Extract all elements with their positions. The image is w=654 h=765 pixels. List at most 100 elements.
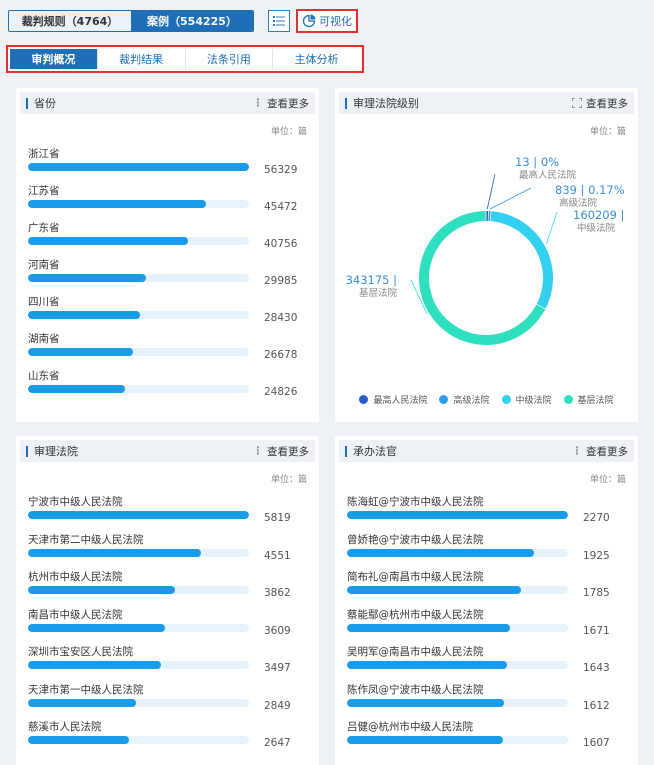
bar-row[interactable]: 陈海虹@宁波市中级人民法院 2270 bbox=[347, 494, 626, 530]
legend-item[interactable]: 高级法院 bbox=[439, 393, 490, 406]
bar-row[interactable]: 深圳市宝安区人民法院 3497 bbox=[28, 644, 307, 680]
bar-fill bbox=[28, 661, 161, 669]
visualize-button[interactable]: 可视化 bbox=[296, 9, 358, 33]
tab-statutes[interactable]: 法条引用 bbox=[186, 49, 274, 69]
bar-track bbox=[28, 698, 249, 707]
header-accent bbox=[26, 445, 28, 457]
bar-fill bbox=[28, 698, 137, 707]
bar-fill bbox=[28, 348, 133, 356]
bar-value: 3862 bbox=[264, 587, 291, 599]
pie-chart-icon bbox=[302, 14, 316, 28]
bar-row[interactable]: 慈溪市人民法院 2647 bbox=[28, 719, 307, 755]
visualize-label: 可视化 bbox=[319, 15, 352, 28]
donut-slice[interactable] bbox=[486, 211, 489, 222]
bar-fill bbox=[28, 623, 166, 632]
legend-item[interactable]: 基层法院 bbox=[563, 393, 614, 406]
bar-value: 40756 bbox=[264, 238, 298, 250]
bar-row[interactable]: 天津市第二中级人民法院 4551 bbox=[28, 532, 307, 568]
more-dots-icon: ⋮ bbox=[252, 445, 264, 457]
bar-label: 天津市第一中级人民法院 bbox=[28, 683, 144, 696]
view-more-button[interactable]: ⋮ 查看更多 bbox=[572, 444, 629, 459]
bar-row[interactable]: 吕健@杭州市中级人民法院 1607 bbox=[347, 719, 626, 755]
label-leader-line bbox=[489, 187, 532, 210]
legend-label: 最高人民法院 bbox=[373, 396, 428, 406]
bar-fill bbox=[28, 385, 126, 393]
bar-track bbox=[28, 548, 249, 557]
bar-value: 5819 bbox=[264, 512, 291, 524]
view-buttons: 可视化 bbox=[268, 9, 358, 33]
bar-row[interactable]: 宁波市中级人民法院 5819 bbox=[28, 494, 307, 530]
bar-value: 24826 bbox=[264, 386, 298, 398]
bar-track bbox=[28, 163, 249, 171]
bar-label: 山东省 bbox=[28, 370, 60, 382]
header-accent bbox=[345, 445, 347, 457]
bar-value: 26678 bbox=[264, 349, 298, 361]
bar-row[interactable]: 蔡能鄢@杭州市中级人民法院 1671 bbox=[347, 607, 626, 643]
panel-title: 审理法院 bbox=[34, 445, 78, 458]
bar-row[interactable]: 广东省 40756 bbox=[28, 220, 307, 256]
legend-label: 高级法院 bbox=[453, 396, 490, 406]
tab-overview[interactable]: 审判概况 bbox=[10, 49, 98, 69]
donut-slice[interactable] bbox=[488, 211, 491, 222]
legend-item[interactable]: 中级法院 bbox=[501, 393, 552, 406]
bar-value: 45472 bbox=[264, 201, 298, 213]
label-leader-line bbox=[545, 211, 558, 245]
view-more-button[interactable]: ⋮ 查看更多 bbox=[253, 444, 310, 459]
cases-toggle[interactable]: 案例（554225） bbox=[131, 11, 253, 31]
bar-fill bbox=[28, 586, 175, 594]
bar-row[interactable]: 简布礼@南昌市中级人民法院 1785 bbox=[347, 569, 626, 605]
slice-name-label: 中级法院 bbox=[577, 222, 616, 234]
bar-row[interactable]: 四川省 28430 bbox=[28, 294, 307, 330]
legend-dot bbox=[501, 395, 511, 404]
bar-label: 陈海虹@宁波市中级人民法院 bbox=[347, 496, 484, 508]
bar-track bbox=[28, 237, 249, 245]
bar-value: 2849 bbox=[264, 699, 291, 712]
bar-row[interactable]: 湖南省 26678 bbox=[28, 331, 307, 367]
bar-label: 四川省 bbox=[28, 296, 60, 308]
bar-fill bbox=[28, 237, 188, 245]
bar-label: 南昌市中级人民法院 bbox=[28, 608, 123, 621]
view-more-button[interactable]: ⋮ 查看更多 bbox=[253, 96, 310, 111]
legend-item[interactable]: 最高人民法院 bbox=[359, 393, 427, 406]
bar-row[interactable]: 江苏省 45472 bbox=[28, 183, 307, 219]
bar-row[interactable]: 浙江省 56329 bbox=[28, 146, 307, 182]
bar-track bbox=[28, 623, 249, 632]
tab-results[interactable]: 裁判结果 bbox=[98, 49, 186, 69]
bar-value: 3609 bbox=[264, 624, 291, 637]
bar-track bbox=[347, 698, 568, 707]
legend-dot bbox=[359, 395, 369, 404]
bar-value: 1925 bbox=[583, 549, 610, 562]
bar-row[interactable]: 杭州市中级人民法院 3862 bbox=[28, 569, 307, 605]
bar-row[interactable]: 山东省 24826 bbox=[28, 368, 307, 404]
bar-row[interactable]: 曾娇艳@宁波市中级人民法院 1925 bbox=[347, 532, 626, 568]
legend-label: 中级法院 bbox=[515, 396, 552, 406]
bar-track bbox=[28, 385, 249, 393]
label-leader-line bbox=[486, 173, 496, 210]
list-view-button[interactable] bbox=[268, 10, 290, 32]
bar-label: 吕健@杭州市中级人民法院 bbox=[347, 721, 473, 733]
bar-label: 湖南省 bbox=[28, 333, 60, 345]
donut-slice[interactable] bbox=[490, 211, 553, 309]
bar-track bbox=[347, 511, 568, 519]
bar-value: 29985 bbox=[264, 275, 298, 287]
bar-fill bbox=[347, 586, 521, 594]
bar-label: 吴明军@南昌市中级人民法院 bbox=[347, 646, 484, 658]
bar-row[interactable]: 陈作凤@宁波市中级人民法院 1612 bbox=[347, 682, 626, 718]
bar-track bbox=[28, 511, 249, 519]
bar-label: 河南省 bbox=[28, 259, 60, 271]
bar-row[interactable]: 河南省 29985 bbox=[28, 257, 307, 293]
bar-row[interactable]: 南昌市中级人民法院 3609 bbox=[28, 607, 307, 643]
bar-row[interactable]: 吴明军@南昌市中级人民法院 1643 bbox=[347, 644, 626, 680]
bar-row[interactable]: 天津市第一中级人民法院 2849 bbox=[28, 682, 307, 718]
legend-dot bbox=[439, 395, 449, 404]
slice-name-label: 基层法院 bbox=[359, 287, 398, 299]
bar-label: 深圳市宝安区人民法院 bbox=[28, 646, 133, 658]
court-level-panel: 审理法院级别 查看更多 单位：篇 13 | 0% 最高人民法院 839 | 0.17… bbox=[335, 88, 638, 422]
view-more-label: 查看更多 bbox=[267, 445, 309, 458]
bar-track bbox=[28, 200, 249, 208]
bar-track bbox=[347, 548, 568, 557]
unit-label: 单位：篇 bbox=[270, 127, 307, 137]
rules-toggle[interactable]: 裁判规则（4764） bbox=[9, 11, 131, 31]
court-level-donut-chart: 13 | 0%最高人民法院839 | 0.17%高级法院160209 |中级法院… bbox=[346, 155, 625, 345]
tab-subjects[interactable]: 主体分析 bbox=[273, 49, 360, 69]
